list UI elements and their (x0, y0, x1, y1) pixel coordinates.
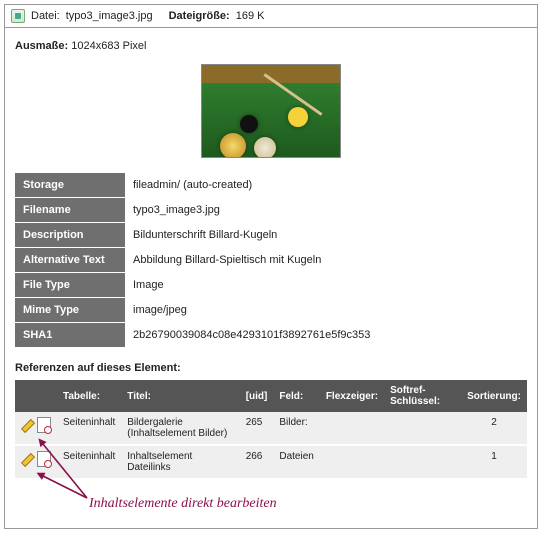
meta-key: SHA1 (15, 323, 125, 348)
ref-flex (320, 445, 384, 478)
dimensions-label: Ausmaße: (15, 40, 68, 52)
image-thumbnail[interactable] (201, 64, 341, 158)
annotation-overlay: Inhaltselemente direkt bearbeiten (15, 478, 527, 522)
meta-key: Description (15, 223, 125, 248)
file-label: Datei: (31, 10, 60, 22)
meta-key: Storage (15, 173, 125, 198)
meta-value: 2b26790039084c08e4293101f3892761e5f9c353 (125, 323, 385, 348)
dimensions: Ausmaße: 1024x683 Pixel (15, 40, 527, 52)
size-value: 169 K (236, 10, 265, 22)
references-heading: Referenzen auf dieses Element: (15, 362, 527, 374)
ref-title: Bildergalerie (Inhaltselement Bilder) (121, 412, 239, 445)
meta-value: typo3_image3.jpg (125, 198, 385, 223)
meta-key: Filename (15, 198, 125, 223)
image-file-icon (11, 9, 25, 23)
size-label: Dateigröße: (169, 10, 230, 22)
ref-sort: 1 (461, 445, 527, 478)
panel-header: Datei: typo3_image3.jpg Dateigröße: 169 … (5, 5, 537, 28)
ref-field: Dateien (273, 445, 319, 478)
ref-softref (384, 445, 461, 478)
file-info-panel: Datei: typo3_image3.jpg Dateigröße: 169 … (4, 4, 538, 529)
ref-field: Bilder: (273, 412, 319, 445)
meta-value: Image (125, 273, 385, 298)
meta-key: Alternative Text (15, 248, 125, 273)
ref-title: Inhaltselement Dateilinks (121, 445, 239, 478)
col-softref: Softref-Schlüssel: (384, 380, 461, 412)
ref-uid: 266 (240, 445, 274, 478)
col-blank (15, 380, 57, 412)
col-title: Titel: (121, 380, 239, 412)
meta-value: image/jpeg (125, 298, 385, 323)
annotation-text: Inhaltselemente direkt bearbeiten (89, 496, 277, 512)
meta-value: fileadmin/ (auto-created) (125, 173, 385, 198)
col-uid: [uid] (240, 380, 274, 412)
file-name: typo3_image3.jpg (66, 10, 153, 22)
dimensions-value: 1024x683 Pixel (71, 40, 146, 52)
meta-key: Mime Type (15, 298, 125, 323)
ref-flex (320, 412, 384, 445)
edit-icon[interactable] (21, 418, 35, 432)
ref-softref (384, 412, 461, 445)
col-field: Feld: (273, 380, 319, 412)
ref-sort: 2 (461, 412, 527, 445)
ref-uid: 265 (240, 412, 274, 445)
col-table: Tabelle: (57, 380, 121, 412)
meta-value: Abbildung Billard-Spieltisch mit Kugeln (125, 248, 385, 273)
meta-key: File Type (15, 273, 125, 298)
col-sort: Sortierung: (461, 380, 527, 412)
metadata-table: Storagefileadmin/ (auto-created)Filename… (15, 173, 385, 348)
record-icon[interactable] (37, 417, 51, 433)
col-flex: Flexzeiger: (320, 380, 384, 412)
meta-value: Bildunterschrift Billard-Kugeln (125, 223, 385, 248)
